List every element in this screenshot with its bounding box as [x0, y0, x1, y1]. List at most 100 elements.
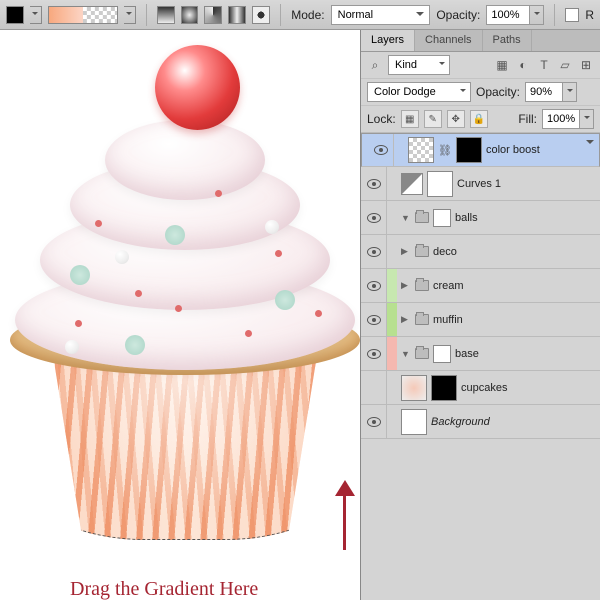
filter-shape-icon[interactable]: ▱	[557, 57, 573, 73]
cupcake-artwork	[0, 40, 360, 530]
visibility-toggle[interactable]	[361, 167, 387, 200]
layer-row[interactable]: Background	[361, 405, 600, 439]
visibility-toggle[interactable]	[361, 303, 387, 336]
color-dropdown[interactable]	[30, 6, 42, 24]
filter-adjust-icon[interactable]: ◐	[515, 57, 531, 73]
filter-pixel-icon[interactable]: ▦	[494, 57, 510, 73]
tab-channels[interactable]: Channels	[415, 30, 482, 51]
adjustment-icon[interactable]	[401, 173, 423, 195]
layer-name[interactable]: muffin	[433, 314, 463, 326]
visibility-toggle[interactable]	[361, 371, 387, 404]
eye-icon	[367, 179, 381, 189]
filter-kind-value: Kind	[395, 59, 417, 71]
visibility-toggle[interactable]	[361, 235, 387, 268]
eye-icon	[367, 417, 381, 427]
lock-paint-icon[interactable]: ✎	[424, 110, 442, 128]
disclosure-icon[interactable]: ▶	[401, 246, 411, 257]
radial-gradient-icon[interactable]	[181, 6, 199, 24]
eye-icon	[367, 349, 381, 359]
angle-gradient-icon[interactable]	[204, 6, 222, 24]
mode-select[interactable]: Normal	[331, 5, 431, 25]
layer-name[interactable]: cream	[433, 280, 464, 292]
lock-all-icon[interactable]: 🔒	[470, 110, 488, 128]
layer-thumbnail[interactable]	[401, 409, 427, 435]
layer-row[interactable]: cupcakes	[361, 371, 600, 405]
layer-row[interactable]: Curves 1	[361, 167, 600, 201]
mask-thumbnail[interactable]	[427, 171, 453, 197]
layer-opacity-field[interactable]: 90%	[525, 82, 577, 102]
filter-smart-icon[interactable]: ⊞	[578, 57, 594, 73]
panel-tabs: Layers Channels Paths	[361, 30, 600, 52]
filter-type-icon[interactable]: T	[536, 57, 552, 73]
fill-dropdown[interactable]	[580, 109, 594, 129]
visibility-toggle[interactable]	[361, 405, 387, 438]
disclosure-icon[interactable]: ▼	[401, 349, 411, 359]
opacity-dropdown[interactable]	[530, 5, 544, 25]
cherry	[155, 45, 240, 130]
layer-name[interactable]: base	[455, 348, 479, 360]
layer-name[interactable]: Curves 1	[457, 178, 501, 190]
opacity-value: 100%	[491, 9, 519, 21]
disclosure-icon[interactable]: ▶	[401, 314, 411, 325]
canvas[interactable]: Drag the Gradient Here	[0, 30, 360, 600]
layer-row[interactable]: ▶ cream	[361, 269, 600, 303]
layer-color-tag	[387, 337, 397, 370]
blend-mode-value: Color Dodge	[374, 86, 436, 98]
linear-gradient-icon[interactable]	[157, 6, 175, 24]
layer-thumbnail[interactable]	[408, 137, 434, 163]
foreground-color-swatch[interactable]	[6, 6, 24, 24]
blend-row: Color Dodge Opacity: 90%	[361, 79, 600, 106]
eye-icon	[367, 247, 381, 257]
layer-name[interactable]: Background	[431, 416, 490, 428]
visibility-toggle[interactable]	[361, 201, 387, 234]
layer-color-tag	[387, 201, 397, 234]
layer-row[interactable]: ⛓ color boost	[361, 133, 600, 167]
fill-field[interactable]: 100%	[542, 109, 594, 129]
reverse-checkbox[interactable]	[565, 8, 579, 22]
gradient-preview[interactable]	[48, 6, 118, 24]
visibility-toggle[interactable]	[361, 269, 387, 302]
visibility-toggle[interactable]	[361, 337, 387, 370]
tab-layers[interactable]: Layers	[361, 30, 415, 51]
layer-row[interactable]: ▼ base	[361, 337, 600, 371]
layer-color-tag	[387, 269, 397, 302]
layer-color-tag	[387, 371, 397, 404]
smart-object-thumbnail[interactable]	[401, 375, 427, 401]
diamond-gradient-icon[interactable]	[252, 6, 270, 24]
gradient-dropdown[interactable]	[124, 6, 136, 24]
tab-paths[interactable]: Paths	[483, 30, 532, 51]
layer-opacity-value: 90%	[530, 86, 552, 98]
mode-value: Normal	[338, 9, 373, 21]
mask-thumbnail[interactable]	[456, 137, 482, 163]
layer-name[interactable]: color boost	[486, 144, 540, 156]
folder-icon	[415, 212, 429, 223]
reflected-gradient-icon[interactable]	[228, 6, 246, 24]
eye-icon	[367, 281, 381, 291]
eye-icon	[367, 315, 381, 325]
link-icon[interactable]: ⛓	[438, 144, 452, 157]
layer-opacity-dropdown[interactable]	[563, 82, 577, 102]
lock-transparency-icon[interactable]: ▦	[401, 110, 419, 128]
blend-mode-select[interactable]: Color Dodge	[367, 82, 471, 102]
separator	[554, 4, 555, 26]
disclosure-icon[interactable]: ▼	[401, 213, 411, 223]
disclosure-icon[interactable]: ▶	[401, 280, 411, 291]
eye-icon	[367, 213, 381, 223]
mask-thumbnail[interactable]	[433, 209, 451, 227]
layer-name[interactable]: cupcakes	[461, 382, 507, 394]
mask-thumbnail[interactable]	[433, 345, 451, 363]
layer-row[interactable]: ▶ deco	[361, 235, 600, 269]
mask-thumbnail[interactable]	[431, 375, 457, 401]
layer-content: ▶ cream	[397, 280, 600, 292]
folder-icon	[415, 280, 429, 291]
layer-content: Curves 1	[397, 171, 600, 197]
filter-kind-select[interactable]: Kind	[388, 55, 450, 75]
layer-row[interactable]: ▼ balls	[361, 201, 600, 235]
separator	[146, 4, 147, 26]
visibility-toggle[interactable]	[368, 134, 394, 166]
lock-position-icon[interactable]: ✥	[447, 110, 465, 128]
opacity-field[interactable]: 100%	[486, 5, 544, 25]
layer-row[interactable]: ▶ muffin	[361, 303, 600, 337]
layer-name[interactable]: deco	[433, 246, 457, 258]
layer-name[interactable]: balls	[455, 212, 478, 224]
